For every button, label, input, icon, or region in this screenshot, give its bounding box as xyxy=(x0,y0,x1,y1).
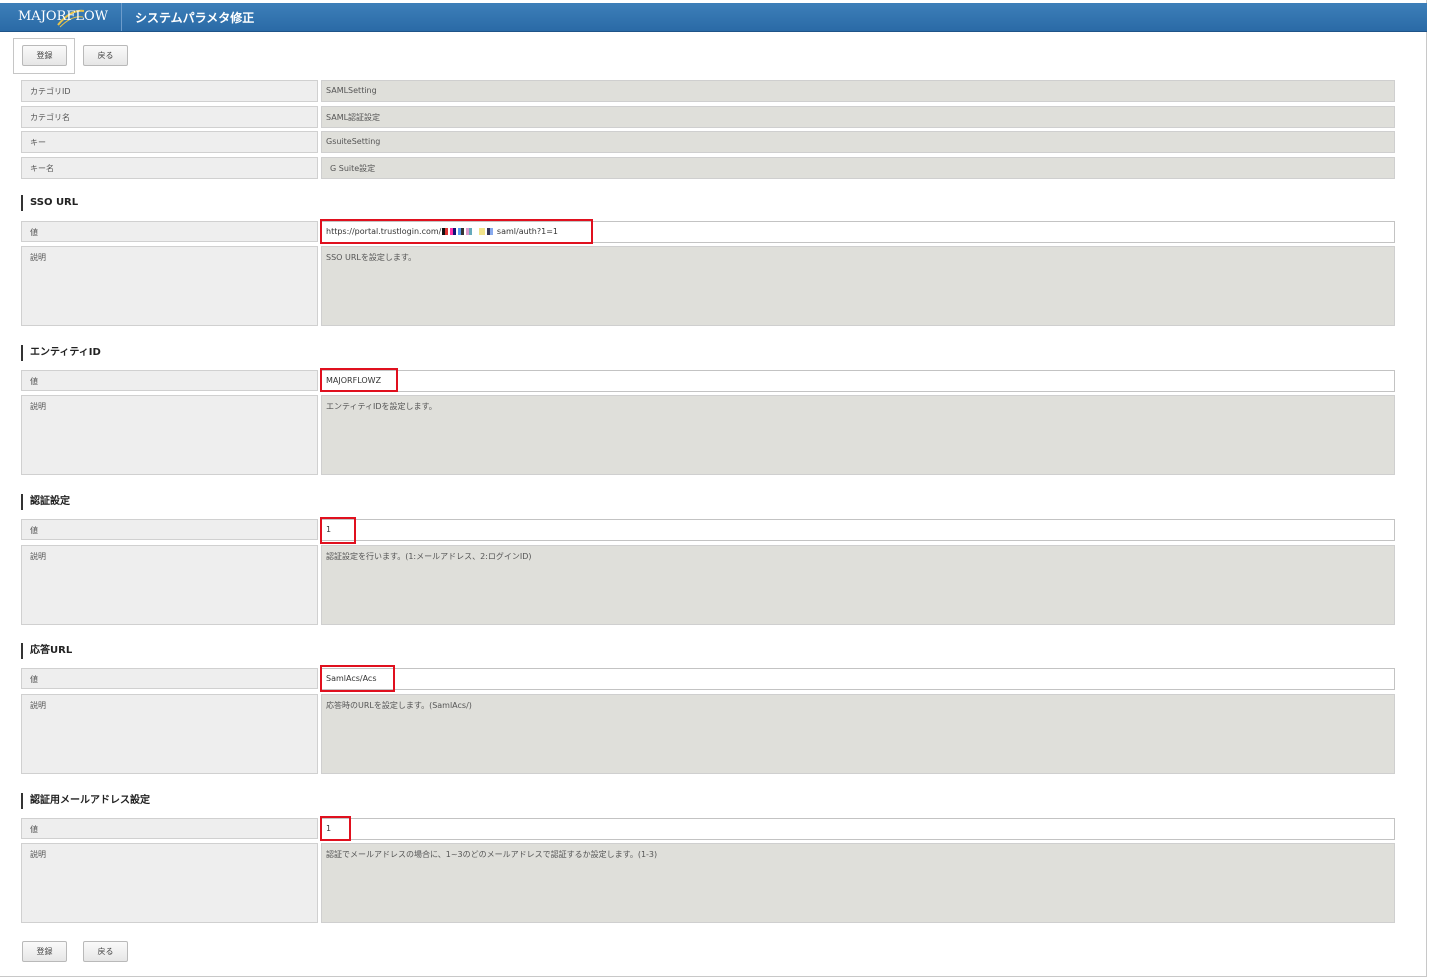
label-key: キー xyxy=(21,131,318,153)
sso-url-value: https://portal.trustlogin.com/ xyxy=(326,227,442,236)
sso-url-suffix: saml/auth?1=1 xyxy=(496,227,558,236)
redacted-mark xyxy=(479,228,486,235)
section-title-auth-setting: 認証設定 xyxy=(21,494,70,510)
logo-text: MAJORFLOW xyxy=(18,9,109,24)
page-title: システムパラメタ修正 xyxy=(135,11,255,25)
value-category-name: SAML認証設定 xyxy=(321,106,1395,128)
label-value: 値 xyxy=(21,221,318,242)
back-button[interactable]: 戻る xyxy=(83,45,128,66)
app-header: MAJORFLOW システムパラメタ修正 xyxy=(0,3,1427,32)
label-key-name: キー名 xyxy=(21,157,318,179)
response-url-description: 応答時のURLを設定します。(SamlAcs/) xyxy=(321,694,1395,774)
redacted-mark xyxy=(487,228,494,235)
label-value: 値 xyxy=(21,370,318,391)
label-category-id: カテゴリID xyxy=(21,80,318,102)
sso-url-description: SSO URLを設定します。 xyxy=(321,246,1395,326)
section-title-response-url: 応答URL xyxy=(21,643,72,659)
label-description: 説明 xyxy=(21,843,318,923)
auth-mail-setting-description: 認証でメールアドレスの場合に、1~3のどのメールアドレスで認証するか設定します。… xyxy=(321,843,1395,923)
label-description: 説明 xyxy=(21,395,318,475)
redacted-mark xyxy=(442,228,449,235)
auth-setting-description: 認証設定を行います。(1:メールアドレス、2:ログインID) xyxy=(321,545,1395,625)
value-key-name: G Suite設定 xyxy=(321,157,1395,179)
back-button-bottom[interactable]: 戻る xyxy=(83,941,128,962)
redacted-mark xyxy=(450,228,457,235)
redacted-mark xyxy=(458,228,465,235)
label-category-name: カテゴリ名 xyxy=(21,106,318,128)
label-description: 説明 xyxy=(21,246,318,326)
entity-id-input[interactable]: MAJORFLOWZ xyxy=(321,370,1395,392)
response-url-input[interactable]: SamlAcs/Acs xyxy=(321,668,1395,690)
entity-id-description: エンティティIDを設定します。 xyxy=(321,395,1395,475)
register-button[interactable]: 登録 xyxy=(22,45,67,66)
label-description: 説明 xyxy=(21,694,318,774)
redacted-mark xyxy=(466,228,473,235)
majorflow-logo: MAJORFLOW xyxy=(12,3,122,31)
value-key: GsuiteSetting xyxy=(321,131,1395,153)
section-title-sso-url: SSO URL xyxy=(21,195,78,211)
sso-url-input[interactable]: https://portal.trustlogin.com/ saml/auth… xyxy=(321,221,1395,243)
label-value: 値 xyxy=(21,818,318,839)
register-button-bottom[interactable]: 登録 xyxy=(22,941,67,962)
section-title-entity-id: エンティティID xyxy=(21,345,101,361)
label-value: 値 xyxy=(21,519,318,540)
auth-mail-setting-input[interactable]: 1 xyxy=(321,818,1395,840)
auth-setting-input[interactable]: 1 xyxy=(321,519,1395,541)
label-value: 値 xyxy=(21,668,318,689)
value-category-id: SAMLSetting xyxy=(321,80,1395,102)
section-title-auth-mail-setting: 認証用メールアドレス設定 xyxy=(21,793,150,809)
label-description: 説明 xyxy=(21,545,318,625)
